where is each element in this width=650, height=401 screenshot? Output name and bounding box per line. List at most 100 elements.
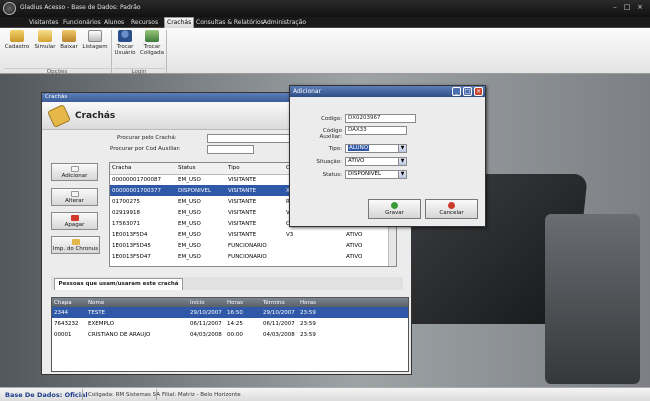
trocar-usuario-button[interactable]: Trocar Usuário: [113, 30, 137, 56]
cell: V3: [286, 231, 294, 238]
situacao-label: Situação:: [316, 159, 342, 165]
cell: FUNCIONARIO: [228, 242, 267, 249]
col-nome[interactable]: Nome: [86, 298, 188, 307]
cell: VISITANTE: [228, 198, 257, 205]
import-chronus-button[interactable]: Imp. do Chronus: [51, 236, 100, 254]
apagar-label: Apagar: [64, 222, 85, 228]
minimize-icon[interactable]: _: [452, 87, 461, 96]
cell: 00:00: [227, 331, 243, 338]
menu-administracao[interactable]: Administração: [261, 18, 308, 28]
cell: 00001: [54, 331, 72, 338]
list-icon: [88, 30, 102, 42]
simular-button[interactable]: Simular: [33, 30, 57, 50]
close-icon[interactable]: ×: [474, 87, 483, 96]
coligada-status: Coligada: RM Sistemas SA: [88, 392, 161, 398]
baixar-label: Baixar: [60, 44, 78, 50]
menu-funcionarios[interactable]: Funcionários: [61, 18, 103, 28]
tipo-value: ALUNO: [348, 145, 370, 151]
listagem-button[interactable]: Listagem: [81, 30, 109, 50]
close-icon[interactable]: ×: [636, 3, 644, 11]
codigo-auxiliar-label: Código Auxiliar:: [319, 128, 342, 140]
maximize-icon[interactable]: □: [623, 3, 631, 11]
codigo-auxiliar-input[interactable]: DAX33: [345, 126, 407, 135]
trocar-coligada-button[interactable]: Trocar Coligada: [139, 30, 165, 56]
cell: VISITANTE: [228, 176, 257, 183]
cell: 06/11/2007: [263, 320, 295, 327]
menu-consultas[interactable]: Consultas & Relatórios: [194, 18, 266, 28]
cell: 04/03/2008: [263, 331, 295, 338]
trocar-usuario-label: Trocar Usuário: [114, 44, 136, 56]
badge-icon: [10, 30, 24, 42]
check-icon: [391, 202, 398, 209]
delete-icon: [70, 215, 79, 221]
chevron-down-icon[interactable]: ▼: [398, 158, 406, 165]
ribbon-separator: [166, 30, 167, 73]
table-row[interactable]: 1E0013F5D45 EM_USO FUNCIONARIO ATIVO: [110, 240, 390, 251]
cell: EM_USO: [178, 176, 201, 183]
adicionar-button[interactable]: Adicionar: [51, 163, 98, 181]
cell: EM_USO: [178, 242, 201, 249]
app-logo-icon: [3, 2, 16, 15]
gravar-button[interactable]: Gravar: [368, 199, 421, 219]
tipo-select[interactable]: ALUNO ▼: [345, 144, 407, 153]
pessoas-grid[interactable]: Chapa Nome Início Horas Término Horas 23…: [51, 297, 409, 372]
adicionar-dialog: Adicionar _ □ × Codigo: DX0203967 Código…: [289, 85, 486, 227]
cancelar-label: Cancelar: [439, 210, 464, 216]
cell: 29/10/2007: [188, 307, 225, 318]
cell: 29/10/2007: [261, 307, 298, 318]
chevron-down-icon[interactable]: ▼: [398, 171, 406, 178]
col-horas-fim[interactable]: Horas: [298, 298, 408, 307]
menu-crachas[interactable]: Crachás: [164, 17, 195, 28]
cell: VISITANTE: [228, 220, 257, 227]
col-cracha[interactable]: Cracha: [110, 163, 176, 175]
status-label: Status:: [322, 172, 342, 178]
chevron-down-icon[interactable]: ▼: [398, 145, 406, 152]
menu-visitantes[interactable]: Visitantes: [27, 18, 60, 28]
cell: EXEMPLO: [88, 320, 114, 327]
apagar-button[interactable]: Apagar: [51, 212, 98, 230]
col-status[interactable]: Status: [176, 163, 226, 175]
cell: EM_USO: [178, 220, 201, 227]
search-input[interactable]: [207, 134, 293, 143]
minimize-icon[interactable]: –: [611, 3, 619, 11]
aux-search-input[interactable]: [207, 145, 254, 154]
situacao-value: ATIVO: [348, 158, 365, 164]
maximize-icon[interactable]: □: [463, 87, 472, 96]
status-bar: Base De Dados: Oficial Coligada: RM Sist…: [0, 387, 650, 401]
alterar-button[interactable]: Alterar: [51, 188, 98, 206]
ribbon: Cadastro Simular Baixar Listagem Trocar …: [0, 28, 650, 75]
cell: ATIVO: [346, 231, 363, 238]
baixar-button[interactable]: Baixar: [58, 30, 80, 50]
database-status: Base De Dados: Oficial: [5, 391, 88, 399]
cell: 01700275: [112, 198, 140, 205]
col-horas[interactable]: Horas: [225, 298, 261, 307]
situacao-select[interactable]: ATIVO ▼: [345, 157, 407, 166]
cancelar-button[interactable]: Cancelar: [425, 199, 478, 219]
col-tipo[interactable]: Tipo: [226, 163, 284, 175]
cell: 06/11/2007: [190, 320, 222, 327]
cell: 23:59: [298, 307, 408, 318]
simular-label: Simular: [34, 44, 56, 50]
table-row[interactable]: 00001 CRISTIANO DE ARAUJO 04/03/2008 00:00 0…: [52, 329, 408, 340]
table-row[interactable]: 7643232 EXEMPLO 06/11/2007 14:25 06/11/2007 2…: [52, 318, 408, 329]
table-row-selected[interactable]: 2344 TESTE 29/10/2007 16:50 29/10/2007 23:59: [52, 307, 408, 318]
search-label: Procurar pelo Crachá:: [117, 135, 177, 141]
cell: DISPONIVEL: [176, 185, 226, 196]
table-row[interactable]: 1E0013F5D4 EM_USO VISITANTE V3 ATIVO: [110, 229, 390, 240]
status-select[interactable]: DISPONIVEL ▼: [345, 170, 407, 179]
cell: 00000001700087: [112, 176, 161, 183]
badge-down-icon: [62, 30, 76, 42]
crachas-heading: Crachás: [75, 111, 116, 121]
col-inicio[interactable]: Início: [188, 298, 225, 307]
background-decoration: [545, 214, 640, 384]
cell: [284, 251, 344, 262]
col-termino[interactable]: Término: [261, 298, 298, 307]
col-chapa[interactable]: Chapa: [52, 298, 86, 307]
codigo-input[interactable]: DX0203967: [345, 114, 416, 123]
table-row[interactable]: 1E0013F5D47 EM_USO FUNCIONARIO ATIVO: [110, 251, 390, 262]
cadastro-button[interactable]: Cadastro: [4, 30, 30, 50]
menu-recursos[interactable]: Recursos: [129, 18, 160, 28]
tab-pessoas[interactable]: Pessoas que usam/usaram este crachá: [54, 278, 183, 290]
menu-alunos[interactable]: Alunos: [102, 18, 126, 28]
status-value: DISPONIVEL: [348, 171, 382, 177]
